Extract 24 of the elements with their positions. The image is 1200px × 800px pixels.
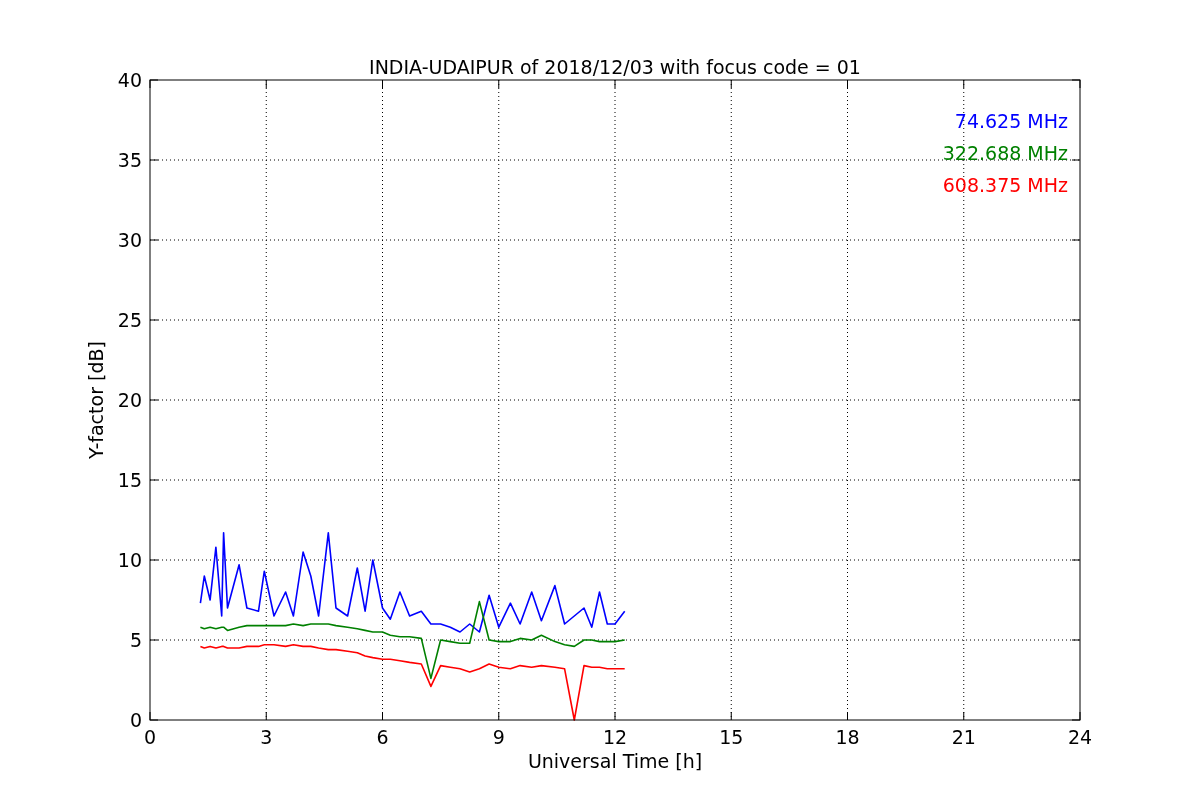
y-tick-label: 30 (117, 229, 142, 251)
x-tick-label: 15 (719, 726, 744, 748)
x-tick-label: 0 (143, 726, 157, 748)
x-tick-label: 3 (260, 726, 273, 748)
chart-title: INDIA-UDAIPUR of 2018/12/03 with focus code = 01 (369, 56, 861, 78)
legend-label: 322.688 MHz (942, 142, 1068, 164)
y-tick-label: 40 (117, 69, 142, 91)
y-tick-label: 25 (117, 309, 142, 331)
y-axis-label: Y-factor [dB] (85, 341, 107, 459)
x-tick-label: 12 (602, 726, 628, 748)
legend-label: 74.625 MHz (954, 110, 1068, 132)
y-tick-label: 0 (129, 709, 142, 731)
x-tick-label: 24 (1067, 726, 1093, 748)
x-tick-label: 9 (492, 726, 505, 748)
y-tick-label: 20 (117, 389, 142, 411)
x-tick-label: 6 (376, 726, 389, 748)
x-axis-label: Universal Time [h] (527, 750, 703, 772)
y-tick-label: 10 (117, 549, 142, 571)
y-tick-label: 5 (129, 629, 142, 651)
y-tick-label: 35 (117, 149, 142, 171)
y-tick-label: 15 (117, 469, 142, 491)
x-tick-label: 18 (835, 726, 860, 748)
x-tick-label: 21 (951, 726, 976, 748)
legend-label: 608.375 MHz (942, 174, 1068, 196)
